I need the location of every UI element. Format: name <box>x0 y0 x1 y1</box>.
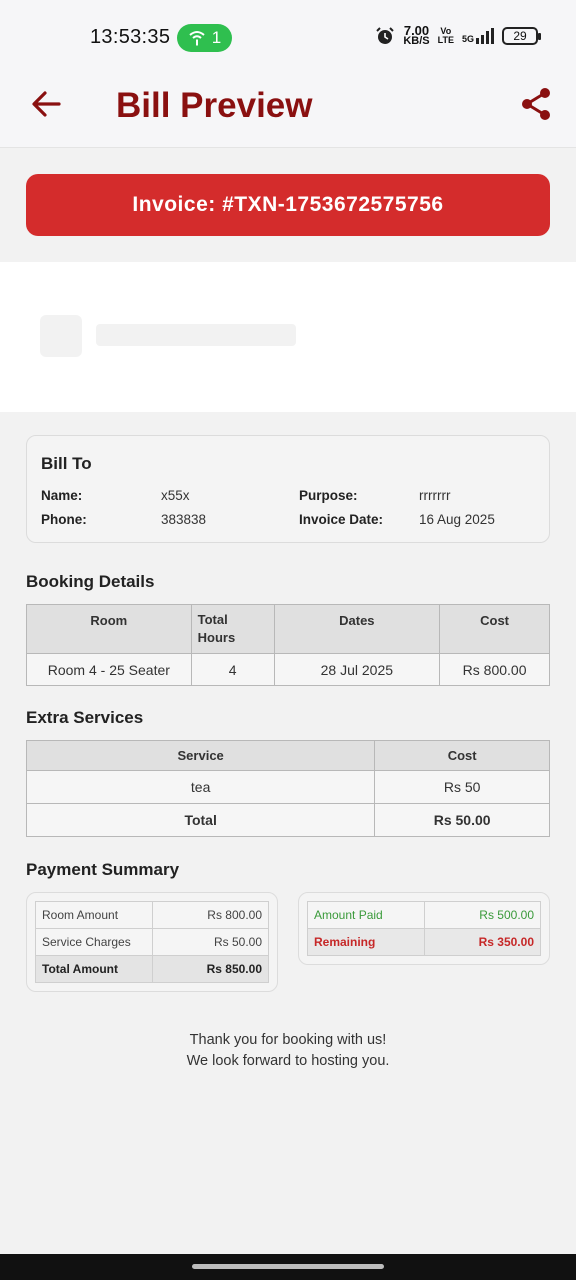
company-logo <box>40 315 296 357</box>
signal-bars-icon <box>476 28 494 44</box>
table-row: Room 4 - 25 Seater 4 28 Jul 2025 Rs 800.… <box>26 653 550 686</box>
extra-services-title: Extra Services <box>26 708 144 727</box>
header-dates: Dates <box>273 604 441 654</box>
room-amount-value: Rs 800.00 <box>152 901 269 929</box>
alarm-icon <box>376 27 395 44</box>
room-amount-row: Room Amount Rs 800.00 <box>35 901 269 929</box>
thank-you-message: Thank you for booking with us! We look f… <box>0 1030 576 1072</box>
total-amount-row: Total Amount Rs 850.00 <box>35 955 269 983</box>
service-cell: tea <box>25 770 376 804</box>
total-amount-label: Total Amount <box>35 955 153 983</box>
cost-cell: Rs 800.00 <box>439 653 550 686</box>
purpose-value: rrrrrrr <box>419 488 451 503</box>
phone-value: 383838 <box>161 512 207 527</box>
page-title: Bill Preview <box>116 86 313 125</box>
room-cell: Room 4 - 25 Seater <box>26 653 192 686</box>
share-button[interactable] <box>516 84 556 124</box>
hotspot-count: 1 <box>211 28 222 47</box>
remaining-value: Rs 350.00 <box>424 928 541 956</box>
arrow-left-icon <box>32 91 61 117</box>
payment-status-table: Amount Paid Rs 500.00 Remaining Rs 350.0… <box>307 901 541 956</box>
hotspot-icon <box>189 31 205 46</box>
total-hours-cell: 4 <box>190 653 275 686</box>
room-amount-label: Room Amount <box>35 901 153 929</box>
amount-paid-label: Amount Paid <box>307 901 425 929</box>
table-row: tea Rs 50 <box>25 770 550 804</box>
amount-paid-row: Amount Paid Rs 500.00 <box>307 901 541 929</box>
status-time: 13:53:35 <box>90 26 171 48</box>
service-charges-row: Service Charges Rs 50.00 <box>35 928 269 956</box>
service-charges-label: Service Charges <box>35 928 153 956</box>
purpose-label: Purpose: <box>299 488 358 503</box>
table-header-row: Room Total Hours Dates Cost <box>26 604 550 654</box>
invoice-date-label: Invoice Date: <box>299 512 384 527</box>
thank-you-line-1: Thank you for booking with us! <box>189 1032 387 1048</box>
header-cost: Cost <box>439 604 550 654</box>
name-value: x55x <box>161 488 190 503</box>
system-navigation-bar <box>0 1254 576 1280</box>
amount-paid-value: Rs 500.00 <box>424 901 541 929</box>
thank-you-line-2: We look forward to hosting you. <box>186 1053 390 1069</box>
payment-breakdown-table: Room Amount Rs 800.00 Service Charges Rs… <box>35 901 269 983</box>
total-label: Total <box>25 803 376 837</box>
status-bar: 13:53:35 1 7.00 KB/S Vo LTE 5G 29 <box>0 0 576 70</box>
extra-services-table: Service Cost tea Rs 50 Total Rs 50.00 <box>25 740 550 837</box>
total-amount-value: Rs 850.00 <box>152 955 269 983</box>
total-value: Rs 50.00 <box>374 803 550 837</box>
header-service: Service <box>25 740 376 771</box>
header-cost: Cost <box>374 740 550 771</box>
invoice-number-banner: Invoice: #TXN-1753672575756 <box>26 174 550 236</box>
back-button[interactable] <box>26 86 66 122</box>
invoice-date-value: 16 Aug 2025 <box>419 512 495 527</box>
booking-details-table: Room Total Hours Dates Cost Room 4 - 25 … <box>26 604 550 686</box>
home-indicator[interactable] <box>192 1264 384 1269</box>
logo-area <box>0 262 576 412</box>
payment-breakdown-card: Room Amount Rs 800.00 Service Charges Rs… <box>26 892 278 992</box>
service-cost-cell: Rs 50 <box>374 770 550 804</box>
share-icon <box>522 88 550 120</box>
signal-strength: 5G <box>462 28 494 44</box>
status-icons: 7.00 KB/S Vo LTE 5G 29 <box>375 23 541 47</box>
bill-to-card: Bill To Name: x55x Phone: 383838 Purpose… <box>26 435 550 543</box>
dates-cell: 28 Jul 2025 <box>273 653 441 686</box>
service-charges-value: Rs 50.00 <box>152 928 269 956</box>
battery-indicator: 29 <box>502 27 541 45</box>
name-label: Name: <box>41 488 83 503</box>
header-room: Room <box>26 604 192 654</box>
volte-indicator: Vo LTE <box>437 26 454 45</box>
payment-status-card: Amount Paid Rs 500.00 Remaining Rs 350.0… <box>298 892 550 965</box>
remaining-label: Remaining <box>307 928 425 956</box>
remaining-row: Remaining Rs 350.00 <box>307 928 541 956</box>
net-speed: 7.00 KB/S <box>403 23 430 47</box>
table-header-row: Service Cost <box>25 740 550 771</box>
table-total-row: Total Rs 50.00 <box>25 803 550 837</box>
hotspot-indicator: 1 <box>177 24 232 52</box>
payment-summary-title: Payment Summary <box>26 860 180 879</box>
network-type: 5G <box>461 34 474 44</box>
booking-details-title: Booking Details <box>26 572 155 591</box>
phone-label: Phone: <box>41 512 87 527</box>
app-bar: Bill Preview <box>0 70 576 148</box>
header-total-hours: Total Hours <box>190 604 275 654</box>
bill-to-heading: Bill To <box>41 454 92 473</box>
